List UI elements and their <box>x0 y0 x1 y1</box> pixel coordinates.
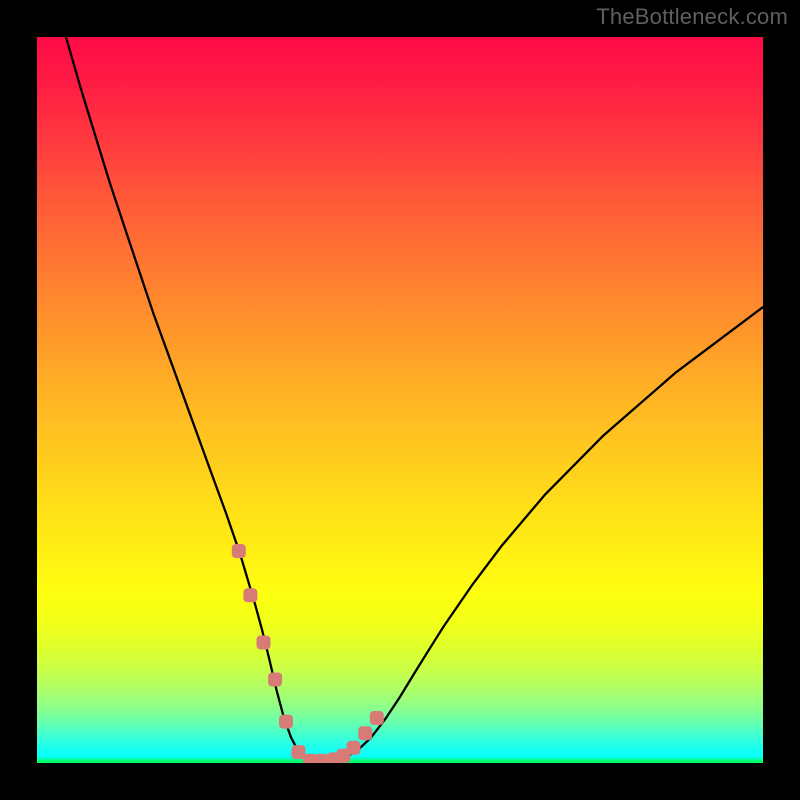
chart-plot-area <box>37 37 763 763</box>
chart-frame: TheBottleneck.com <box>0 0 800 800</box>
watermark-label: TheBottleneck.com <box>596 4 788 30</box>
